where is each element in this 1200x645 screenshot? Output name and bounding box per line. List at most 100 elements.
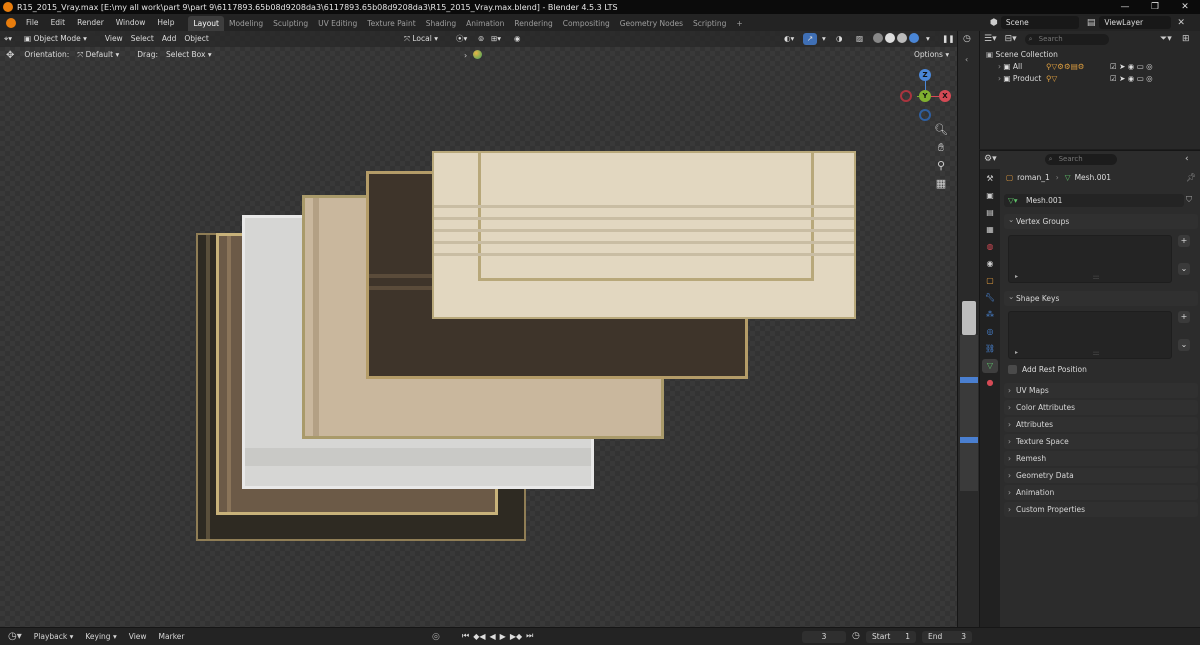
scrollbar-thumb[interactable]: [962, 301, 976, 335]
drag-selector[interactable]: Select Box ▾: [162, 49, 216, 61]
start-frame-field[interactable]: Start 1: [866, 631, 916, 643]
scene-icon[interactable]: ⬢: [990, 18, 998, 28]
zoom-icon[interactable]: 🔍︎: [933, 122, 949, 138]
uv-maps-section[interactable]: UV Maps: [1004, 383, 1198, 398]
timeline-editor-icon[interactable]: ◷▾: [8, 631, 22, 642]
output-tab-icon[interactable]: ▤: [982, 206, 998, 220]
menu-select[interactable]: Select: [127, 33, 158, 45]
physics-tab-icon[interactable]: ◎: [982, 325, 998, 339]
pivot-icon[interactable]: ⦿▾: [452, 33, 471, 45]
gizmo-x-axis[interactable]: X: [939, 90, 951, 102]
shading-options-icon[interactable]: ▾: [922, 33, 934, 45]
play-reverse-icon[interactable]: ◀: [490, 632, 496, 641]
add-workspace-button[interactable]: +: [731, 16, 747, 31]
list-expand-icon[interactable]: ▸: [1015, 349, 1018, 356]
shape-keys-list[interactable]: ▸ :::: [1008, 311, 1172, 359]
fake-user-shield-icon[interactable]: ⛉: [1186, 195, 1192, 205]
material-shading-icon[interactable]: [897, 33, 907, 43]
menu-playback[interactable]: Playback ▾: [28, 628, 80, 645]
vertex-groups-list[interactable]: ▸ :::: [1008, 235, 1172, 283]
filter-icon[interactable]: ⏷▾: [1160, 34, 1172, 44]
render-tab-icon[interactable]: ▣: [982, 189, 998, 203]
scene-collection-row[interactable]: ▣ Scene Collection: [980, 49, 1200, 61]
3d-viewport[interactable]: ⌖▾ ▣ Object Mode ▾ View Select Add Objec…: [0, 31, 957, 627]
object-tab-icon[interactable]: ▢: [982, 274, 998, 288]
visibility-toggles[interactable]: ☑ ➤ ◉ ▭ ◎: [1110, 61, 1153, 73]
list-resize-handle[interactable]: :::: [1093, 274, 1099, 281]
menu-marker[interactable]: Marker: [153, 628, 191, 645]
end-frame-field[interactable]: End 3: [922, 631, 972, 643]
shape-keys-section[interactable]: Shape Keys: [1004, 289, 1198, 306]
gizmo-y-axis[interactable]: Y: [919, 90, 931, 102]
mode-selector[interactable]: ▣ Object Mode ▾: [20, 33, 95, 45]
animation-section[interactable]: Animation: [1004, 485, 1198, 500]
gizmo-z-axis[interactable]: Z: [919, 69, 931, 81]
color-attributes-section[interactable]: Color Attributes: [1004, 400, 1198, 415]
menu-keying[interactable]: Keying ▾: [79, 628, 122, 645]
vertex-groups-section[interactable]: Vertex Groups: [1004, 212, 1198, 229]
tab-geometry-nodes[interactable]: Geometry Nodes: [615, 16, 688, 31]
tab-layout[interactable]: Layout: [188, 16, 224, 31]
grid-perspective-icon[interactable]: ▦: [933, 176, 949, 192]
scene-tab-icon[interactable]: ◍: [982, 240, 998, 254]
gizmo-toggle-icon[interactable]: ↗: [803, 33, 818, 45]
custom-properties-section[interactable]: Custom Properties: [1004, 502, 1198, 517]
outliner-search-input[interactable]: ⌕ Search: [1024, 33, 1109, 45]
list-expand-icon[interactable]: ▸: [1015, 273, 1018, 280]
maximize-button[interactable]: ❐: [1140, 0, 1170, 14]
visibility-icon[interactable]: ◐▾: [780, 33, 798, 45]
add-vertex-group-button[interactable]: +: [1178, 235, 1190, 247]
gizmo-dropdown-icon[interactable]: ▾: [818, 33, 830, 45]
material-tab-icon[interactable]: ●: [982, 376, 998, 390]
pan-hand-icon[interactable]: ✋︎: [933, 140, 949, 156]
menu-object[interactable]: Object: [180, 33, 212, 45]
solid-shading-icon[interactable]: [885, 33, 895, 43]
tab-compositing[interactable]: Compositing: [558, 16, 615, 31]
texture-space-section[interactable]: Texture Space: [1004, 434, 1198, 449]
new-collection-icon[interactable]: ⊞: [1182, 34, 1190, 44]
collection-row-product[interactable]: › ▣ Product ⚲▽ ☑ ➤ ◉ ▭ ◎: [980, 73, 1200, 85]
current-frame-field[interactable]: 3: [802, 631, 846, 643]
remesh-section[interactable]: Remesh: [1004, 451, 1198, 466]
play-icon[interactable]: ▶: [500, 632, 506, 641]
tab-animation[interactable]: Animation: [461, 16, 509, 31]
menu-file[interactable]: File: [20, 14, 45, 31]
collapse-arrow-icon[interactable]: ›: [464, 51, 467, 60]
geometry-data-section[interactable]: Geometry Data: [1004, 468, 1198, 483]
snap-target-icon[interactable]: ⊞▾: [487, 33, 505, 45]
display-mode-icon[interactable]: ⊟▾: [1005, 34, 1017, 44]
overlay-icon[interactable]: ◑: [832, 33, 847, 45]
view-layer-selector[interactable]: ViewLayer: [1099, 16, 1172, 29]
menu-timeline-view[interactable]: View: [123, 628, 153, 645]
gizmo-neg-x-axis[interactable]: [900, 90, 912, 102]
tab-scripting[interactable]: Scripting: [688, 16, 731, 31]
options-button[interactable]: Options ▾: [910, 49, 953, 61]
outliner-editor-icon[interactable]: ☰▾: [984, 34, 997, 44]
menu-window[interactable]: Window: [110, 14, 152, 31]
remove-view-layer-icon[interactable]: ✕: [1177, 18, 1185, 28]
vertex-group-menu-button[interactable]: ⌄: [1178, 263, 1190, 275]
transform-space-selector[interactable]: ⤧ Local ▾: [400, 33, 442, 45]
prev-keyframe-icon[interactable]: ◆◀: [473, 632, 485, 641]
constraints-tab-icon[interactable]: ⛓: [982, 342, 998, 356]
close-window-button[interactable]: ✕: [1170, 0, 1200, 14]
curtain-cream-roman[interactable]: [432, 151, 856, 319]
pin-icon[interactable]: 📌︎: [1186, 173, 1196, 182]
tab-rendering[interactable]: Rendering: [509, 16, 557, 31]
xray-icon[interactable]: ▨: [852, 33, 867, 45]
menu-help[interactable]: Help: [151, 14, 180, 31]
menu-edit[interactable]: Edit: [45, 14, 72, 31]
tab-texture-paint[interactable]: Texture Paint: [362, 16, 420, 31]
view-layer-icon[interactable]: ▤: [1087, 18, 1096, 28]
clock-icon[interactable]: ◷: [852, 631, 860, 641]
list-resize-handle[interactable]: :::: [1093, 350, 1099, 357]
tab-uv-editing[interactable]: UV Editing: [313, 16, 362, 31]
shape-key-menu-button[interactable]: ⌄: [1178, 339, 1190, 351]
add-shape-key-button[interactable]: +: [1178, 311, 1190, 323]
gizmo-neg-z-axis[interactable]: [919, 109, 931, 121]
pause-render-icon[interactable]: ❚❚: [938, 33, 957, 45]
collapse-sidebar-icon[interactable]: ‹: [965, 55, 968, 64]
properties-editor-icon[interactable]: ⚙▾: [984, 154, 997, 164]
next-keyframe-icon[interactable]: ▶◆: [510, 632, 522, 641]
move-tool-icon[interactable]: ✥: [6, 50, 14, 61]
